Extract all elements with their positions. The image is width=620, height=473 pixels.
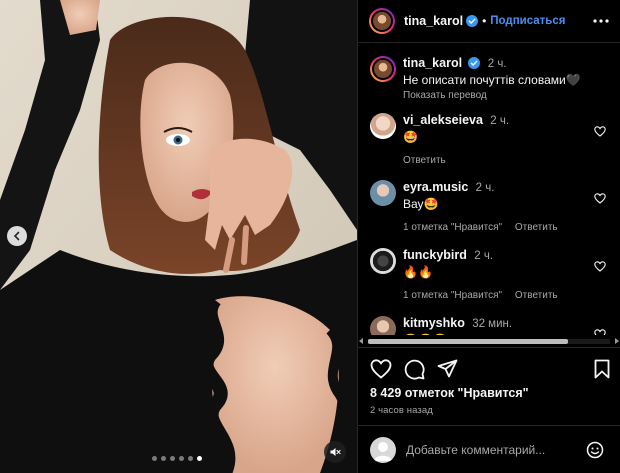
heart-icon [594, 193, 606, 204]
post-side-panel: tina_karol • Подписаться tina_karol 2 ч.… [357, 0, 620, 473]
share-button[interactable] [437, 359, 458, 379]
paper-plane-icon [437, 359, 458, 378]
caption-username[interactable]: tina_karol [403, 56, 462, 70]
add-comment-bar [358, 425, 620, 473]
carousel-dot [161, 456, 166, 461]
action-bar [358, 348, 620, 390]
caption-text: Не описати почуттів словами🖤 [403, 73, 581, 87]
comment-time: 2 ч. [475, 182, 495, 194]
comment-meta: 1 отметка "Нравится" Ответить [403, 290, 604, 301]
comment-like-button[interactable] [594, 327, 606, 335]
comment-like-button[interactable] [594, 124, 606, 142]
carousel-dot [188, 456, 193, 461]
smiley-icon [586, 441, 604, 458]
post-photo [0, 0, 357, 473]
comment-item: kitmyshko 32 мин. 😍😍😍 [370, 316, 606, 335]
carousel-indicator [152, 456, 202, 461]
comment-username[interactable]: funckybird [403, 248, 467, 262]
heart-icon [594, 126, 606, 137]
commenter-avatar[interactable] [370, 113, 396, 139]
reply-button[interactable]: Ответить [515, 222, 558, 233]
carousel-dot-active [197, 456, 202, 461]
comment-text: 😍😍😍 [403, 332, 604, 335]
comment-time: 32 мин. [472, 318, 513, 330]
reply-button[interactable]: Ответить [403, 155, 446, 166]
comment-item: vi_alekseieva 2 ч. 🤩 Ответить [370, 113, 606, 166]
comment-text: Вау🤩 [403, 197, 439, 211]
comment-likes-count[interactable]: 1 отметка "Нравится" [403, 290, 502, 301]
heart-icon [370, 359, 392, 379]
default-avatar-icon [374, 441, 392, 461]
current-user-avatar [370, 436, 396, 463]
likes-count[interactable]: 8 429 отметок "Нравится" [358, 386, 620, 400]
post-footer: 8 429 отметок "Нравится" 2 часов назад [358, 347, 620, 416]
caption-avatar[interactable] [370, 56, 396, 82]
author-avatar[interactable] [369, 8, 395, 34]
carousel-dot [170, 456, 175, 461]
carousel-dot [179, 456, 184, 461]
comment-time: 2 ч. [474, 250, 494, 262]
show-translation-button[interactable]: Показать перевод [403, 90, 604, 101]
carousel-dot [152, 456, 157, 461]
comment-likes-count[interactable]: 1 отметка "Нравится" [403, 222, 502, 233]
heart-icon [594, 329, 606, 335]
chevron-left-icon [13, 231, 20, 241]
author-username[interactable]: tina_karol [404, 14, 463, 28]
verified-badge-icon [466, 15, 479, 27]
comment-username[interactable]: kitmyshko [403, 316, 465, 330]
post-header: tina_karol • Подписаться [358, 0, 620, 43]
reply-button[interactable]: Ответить [515, 290, 558, 301]
comment-time: 2 ч. [490, 115, 510, 127]
scroll-left-arrow-icon[interactable] [359, 338, 363, 344]
comment-username[interactable]: eyra.music [403, 180, 468, 194]
mute-button[interactable] [324, 441, 346, 463]
comment-like-button[interactable] [594, 191, 606, 209]
comment-bubble-icon [404, 359, 425, 380]
comment-meta: 1 отметка "Нравится" Ответить [403, 222, 604, 233]
comment-like-button[interactable] [594, 259, 606, 277]
separator-dot: • [482, 14, 487, 28]
comments-list[interactable]: tina_karol 2 ч. Не описати почуттів слов… [358, 44, 620, 335]
caption-item: tina_karol 2 ч. Не описати почуттів слов… [370, 56, 604, 101]
comment-item: funckybird 2 ч. 🔥🔥 1 отметка "Нравится" … [370, 248, 606, 301]
follow-button[interactable]: Подписаться [490, 15, 565, 27]
speaker-muted-icon [330, 448, 341, 456]
comment-meta: Ответить [403, 155, 604, 166]
heart-icon [594, 261, 606, 272]
post-timestamp[interactable]: 2 часов назад [358, 405, 620, 416]
save-button[interactable] [594, 359, 610, 379]
more-horizontal-icon [593, 19, 609, 23]
emoji-button[interactable] [586, 441, 604, 459]
instagram-post-modal: tina_karol • Подписаться tina_karol 2 ч.… [0, 0, 620, 473]
comment-item: eyra.music 2 ч. Вау🤩 1 отметка "Нравится… [370, 180, 606, 233]
verified-badge-icon [468, 57, 481, 69]
commenter-avatar[interactable] [370, 316, 396, 335]
comment-input[interactable] [406, 442, 586, 457]
comments-horizontal-scrollbar[interactable] [358, 336, 620, 346]
scrollbar-thumb[interactable] [368, 339, 568, 344]
comment-text: 🤩 [403, 130, 418, 144]
carousel-prev-button[interactable] [7, 226, 27, 246]
post-media[interactable] [0, 0, 357, 473]
commenter-avatar[interactable] [370, 248, 396, 274]
comment-username[interactable]: vi_alekseieva [403, 113, 483, 127]
caption-time: 2 ч. [487, 58, 507, 70]
commenter-avatar[interactable] [370, 180, 396, 206]
scroll-right-arrow-icon[interactable] [615, 338, 619, 344]
bookmark-icon [594, 359, 610, 379]
like-button[interactable] [370, 359, 392, 379]
more-options-button[interactable] [592, 18, 610, 24]
comment-button[interactable] [404, 359, 425, 380]
comment-text: 🔥🔥 [403, 265, 433, 279]
